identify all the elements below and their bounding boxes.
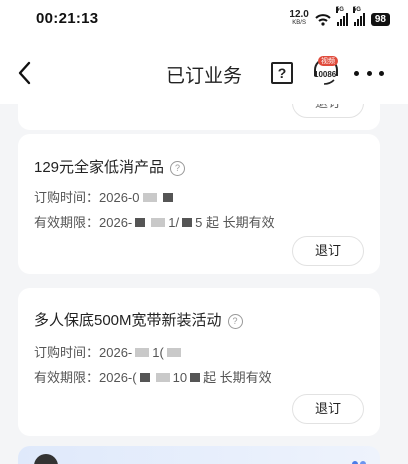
network-speed-value: 12.0 bbox=[289, 9, 309, 20]
signal-icon-sim1: 5G bbox=[335, 7, 348, 26]
product-name: 129元全家低消产品? bbox=[34, 156, 186, 177]
status-icons: 12.0 KB/S 5G 5G 98 bbox=[289, 7, 390, 28]
avatar bbox=[34, 454, 58, 464]
redaction-mark bbox=[139, 373, 150, 382]
unsubscribe-button[interactable]: 退订 bbox=[292, 236, 364, 266]
product-name-text: 129元全家低消产品 bbox=[34, 159, 165, 176]
validity-prefix: 2026-( bbox=[99, 370, 137, 385]
unsubscribe-button[interactable]: 退订 bbox=[292, 394, 364, 424]
subscription-card: 129元全家低消产品? 订购时间：2026-0 有效期限：2026- 1/5 起 … bbox=[18, 134, 380, 274]
dot bbox=[354, 70, 359, 76]
order-time-value: 2026-0 bbox=[99, 190, 140, 205]
network-speed-unit: KB/S bbox=[292, 20, 306, 26]
subscription-list[interactable]: 退订 129元全家低消产品? 订购时间：2026-0 有效期限：2026-1/5… bbox=[0, 104, 408, 464]
info-circle-icon[interactable]: ? bbox=[227, 314, 243, 329]
nav-bar: 已订业务 ? 视频 10086 bbox=[0, 42, 408, 104]
headset-icon[interactable]: 视频 10086 bbox=[308, 54, 344, 90]
wifi-icon bbox=[315, 13, 331, 26]
more-dots-icon[interactable] bbox=[354, 62, 384, 84]
dot bbox=[379, 70, 384, 76]
validity-suffix: 5 起 长期有效 bbox=[195, 215, 275, 230]
subscription-card-partial: 退订 bbox=[18, 104, 380, 130]
order-time: 订购时间：2026-0 bbox=[34, 187, 176, 206]
validity-suffix: 起 长期有效 bbox=[203, 370, 272, 385]
product-name: 多人保底500M宽带新装活动? bbox=[34, 309, 243, 330]
validity-period: 有效期限：2026-( 10 起 长期有效 bbox=[34, 367, 272, 386]
validity-mid: 10 bbox=[172, 370, 188, 385]
unsubscribe-button[interactable]: 退订 bbox=[292, 104, 364, 118]
redaction-mark bbox=[142, 193, 157, 202]
redaction-mark bbox=[135, 348, 150, 357]
network-speed: 12.0 KB/S bbox=[289, 9, 309, 27]
battery-icon: 98 bbox=[370, 12, 390, 26]
order-time-label: 订购时间： bbox=[34, 345, 100, 360]
sim2-tag: 5G bbox=[352, 7, 361, 13]
sim1-tag: 5G bbox=[335, 7, 344, 13]
service-badge: 视频 bbox=[318, 56, 338, 66]
redaction-mark bbox=[135, 218, 146, 227]
order-time: 订购时间：2026- 1( bbox=[34, 342, 184, 361]
status-time: 00:21:13 bbox=[36, 10, 99, 27]
order-time-label: 订购时间： bbox=[34, 190, 100, 205]
subscription-card: 多人保底500M宽带新装活动? 订购时间：2026- 1( 有效期限：2026-(… bbox=[18, 288, 380, 436]
service-number: 10086 bbox=[314, 70, 337, 79]
signal-icon-sim2: 5G bbox=[352, 7, 365, 26]
promo-banner[interactable] bbox=[18, 446, 380, 464]
redaction-mark bbox=[155, 373, 170, 382]
info-circle-icon[interactable]: ? bbox=[170, 161, 186, 176]
redaction-mark bbox=[151, 218, 166, 227]
people-icon bbox=[352, 461, 366, 464]
redaction-mark bbox=[166, 348, 181, 357]
validity-period: 有效期限：2026- 1/5 起 长期有效 bbox=[34, 212, 275, 231]
question-box-icon[interactable]: ? bbox=[271, 62, 293, 84]
redaction-mark bbox=[162, 193, 173, 202]
redaction-mark bbox=[190, 373, 201, 382]
order-time-value: 2026- bbox=[99, 345, 133, 360]
status-bar: 00:21:13 12.0 KB/S 5G 5G 98 bbox=[0, 0, 408, 42]
validity-label: 有效期限： bbox=[34, 370, 100, 385]
product-name-text: 多人保底500M宽带新装活动 bbox=[34, 312, 222, 329]
validity-mid: 1/ bbox=[168, 215, 180, 230]
dot bbox=[366, 70, 372, 76]
validity-label: 有效期限： bbox=[34, 215, 100, 230]
validity-prefix: 2026- bbox=[99, 215, 133, 230]
page-title: 已订业务 bbox=[165, 66, 242, 87]
redaction-mark bbox=[182, 218, 193, 227]
order-time-tail: 1( bbox=[152, 345, 164, 360]
